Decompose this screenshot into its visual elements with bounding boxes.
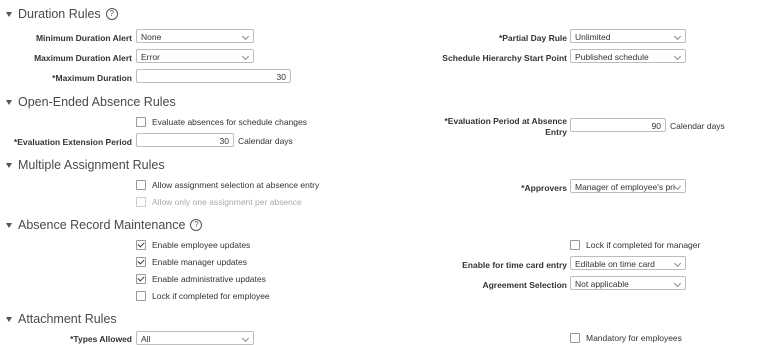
eval-period-unit: Calendar days [670,121,725,131]
section-title-multiple-assignment: Multiple Assignment Rules [18,158,165,172]
enable-employee-updates-checkbox[interactable] [136,240,146,250]
time-card-entry-select[interactable]: Editable on time card [570,256,686,270]
agreement-selection-select[interactable]: Not applicable [570,276,686,290]
eval-extension-period-label: *Evaluation Extension Period [13,137,132,147]
types-allowed-select[interactable]: All [136,331,254,345]
help-circle-icon[interactable]: ? [190,219,203,231]
max-duration-label: *Maximum Duration [52,73,132,83]
chevron-down-icon [673,182,682,191]
chevron-down-icon [673,32,682,41]
approvers-select[interactable]: Manager of employee's pri [570,179,686,193]
max-duration-alert-select[interactable]: Error [136,49,254,63]
time-card-entry-label: Enable for time card entry [462,260,567,270]
section-title-duration: Duration Rules [18,7,101,21]
lock-completed-employee-row[interactable]: Lock if completed for employee [136,291,270,301]
section-title-attachment: Attachment Rules [18,312,117,326]
allow-one-assignment-checkbox [136,197,146,207]
section-attachment-rules[interactable]: Attachment Rules [6,312,117,326]
evaluate-absences-checkbox-row[interactable]: Evaluate absences for schedule changes [136,117,307,127]
collapse-triangle-icon[interactable] [6,11,12,17]
enable-manager-updates-checkbox[interactable] [136,257,146,267]
lock-completed-manager-checkbox[interactable] [570,240,580,250]
section-absence-record-maintenance[interactable]: Absence Record Maintenance ? [6,218,203,232]
evaluate-absences-checkbox[interactable] [136,117,146,127]
eval-extension-period-input[interactable]: 30 [136,133,234,147]
eval-period-absence-entry-input[interactable]: 90 [570,118,666,132]
schedule-hierarchy-label: Schedule Hierarchy Start Point [442,53,567,63]
allow-assignment-selection-row[interactable]: Allow assignment selection at absence en… [136,180,319,190]
mandatory-employees-row[interactable]: Mandatory for employees [570,333,682,343]
section-open-ended-absence-rules[interactable]: Open-Ended Absence Rules [6,95,176,109]
chevron-down-icon [241,32,250,41]
lock-completed-manager-row[interactable]: Lock if completed for manager [570,240,700,250]
collapse-triangle-icon[interactable] [6,99,12,105]
mandatory-employees-checkbox[interactable] [570,333,580,343]
allow-assignment-selection-checkbox[interactable] [136,180,146,190]
section-duration-rules[interactable]: Duration Rules ? [6,7,118,21]
max-duration-alert-label: Maximum Duration Alert [34,53,132,63]
eval-period-absence-entry-label: *Evaluation Period at Absence Entry [444,116,567,137]
partial-day-rule-select[interactable]: Unlimited [570,29,686,43]
approvers-label: *Approvers [521,183,567,193]
collapse-triangle-icon[interactable] [6,162,12,168]
enable-manager-updates-row[interactable]: Enable manager updates [136,257,247,267]
section-title-record-maintenance: Absence Record Maintenance [18,218,186,232]
eval-extension-period-unit: Calendar days [238,136,293,146]
chevron-down-icon [241,52,250,61]
allow-one-assignment-row: Allow only one assignment per absence [136,197,302,207]
partial-day-rule-label: *Partial Day Rule [498,33,567,43]
section-title-open-ended: Open-Ended Absence Rules [18,95,176,109]
enable-admin-updates-row[interactable]: Enable administrative updates [136,274,266,284]
collapse-triangle-icon[interactable] [6,222,12,228]
max-duration-input[interactable]: 30 [136,69,291,83]
lock-completed-employee-checkbox[interactable] [136,291,146,301]
enable-employee-updates-row[interactable]: Enable employee updates [136,240,250,250]
enable-admin-updates-checkbox[interactable] [136,274,146,284]
schedule-hierarchy-select[interactable]: Published schedule [570,49,686,63]
agreement-selection-label: Agreement Selection [482,280,567,290]
min-duration-alert-select[interactable]: None [136,29,254,43]
help-circle-icon[interactable]: ? [105,8,118,20]
types-allowed-label: *Types Allowed [70,334,132,344]
min-duration-alert-label: Minimum Duration Alert [35,33,132,43]
chevron-down-icon [673,279,682,288]
collapse-triangle-icon[interactable] [6,316,12,322]
chevron-down-icon [673,259,682,268]
chevron-down-icon [673,52,682,61]
section-multiple-assignment-rules[interactable]: Multiple Assignment Rules [6,158,165,172]
